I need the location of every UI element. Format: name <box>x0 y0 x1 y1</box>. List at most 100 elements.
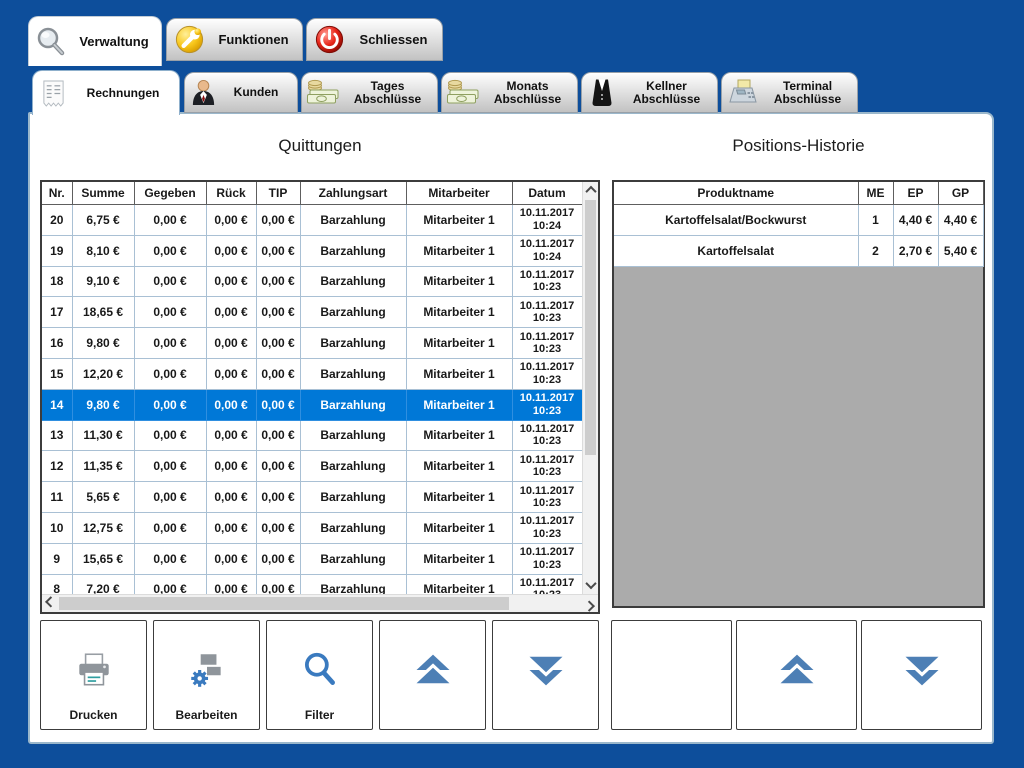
receipt-cell[interactable]: 0,00 € <box>134 512 206 543</box>
column-header[interactable]: Gegeben <box>134 182 206 205</box>
receipt-cell[interactable]: 9 <box>42 543 72 574</box>
receipt-cell[interactable]: 12 <box>42 451 72 482</box>
receipt-row[interactable]: 206,75 €0,00 €0,00 €0,00 €BarzahlungMita… <box>42 205 582 236</box>
receipt-cell[interactable]: 0,00 € <box>256 389 300 420</box>
receipt-cell[interactable]: 0,00 € <box>206 389 256 420</box>
receipt-cell[interactable]: 0,00 € <box>256 482 300 513</box>
receipt-cell[interactable]: Barzahlung <box>300 358 406 389</box>
column-header[interactable]: Rück <box>206 182 256 205</box>
receipt-cell[interactable]: 13 <box>42 420 72 451</box>
receipt-cell[interactable]: 5,65 € <box>72 482 134 513</box>
receipt-row[interactable]: 915,65 €0,00 €0,00 €0,00 €BarzahlungMita… <box>42 543 582 574</box>
receipt-cell[interactable]: 0,00 € <box>206 482 256 513</box>
receipt-cell[interactable]: 15,65 € <box>72 543 134 574</box>
receipt-cell[interactable]: 0,00 € <box>256 297 300 328</box>
receipt-cell[interactable]: 0,00 € <box>256 235 300 266</box>
receipt-row[interactable]: 198,10 €0,00 €0,00 €0,00 €BarzahlungMita… <box>42 235 582 266</box>
position-cell[interactable]: 5,40 € <box>938 235 983 266</box>
receipt-cell[interactable]: 0,00 € <box>134 482 206 513</box>
receipt-cell[interactable]: Mitarbeiter 1 <box>406 235 512 266</box>
receipt-cell[interactable]: 0,00 € <box>134 451 206 482</box>
receipt-cell[interactable]: 0,00 € <box>256 543 300 574</box>
position-cell[interactable]: 2,70 € <box>893 235 938 266</box>
scroll-right-button[interactable] <box>582 595 598 612</box>
scroll-left-button[interactable] <box>42 595 58 612</box>
receipt-cell[interactable]: 8,10 € <box>72 235 134 266</box>
receipt-cell[interactable]: 0,00 € <box>134 543 206 574</box>
receipt-row[interactable]: 115,65 €0,00 €0,00 €0,00 €BarzahlungMita… <box>42 482 582 513</box>
receipt-cell[interactable]: 20 <box>42 205 72 236</box>
position-row[interactable]: Kartoffelsalat22,70 €5,40 € <box>614 235 983 266</box>
horizontal-scrollbar[interactable] <box>42 594 598 612</box>
receipt-cell[interactable]: 9,80 € <box>72 389 134 420</box>
receipt-cell[interactable]: 0,00 € <box>134 420 206 451</box>
receipt-cell[interactable]: 0,00 € <box>256 451 300 482</box>
column-header[interactable]: EP <box>893 182 938 205</box>
receipt-cell-datum[interactable]: 10.11.201710:23 <box>512 420 582 451</box>
tab-monats-abschluesse[interactable]: Monats Abschlüsse <box>441 72 578 113</box>
receipt-cell[interactable]: Mitarbeiter 1 <box>406 297 512 328</box>
receipt-cell[interactable]: Mitarbeiter 1 <box>406 358 512 389</box>
receipt-cell[interactable]: Barzahlung <box>300 512 406 543</box>
position-row[interactable]: Kartoffelsalat/Bockwurst14,40 €4,40 € <box>614 205 983 236</box>
receipt-cell-datum[interactable]: 10.11.201710:23 <box>512 482 582 513</box>
receipt-cell[interactable]: 0,00 € <box>206 420 256 451</box>
position-cell[interactable]: 4,40 € <box>893 205 938 236</box>
receipt-cell[interactable]: 0,00 € <box>134 389 206 420</box>
receipt-cell[interactable]: Mitarbeiter 1 <box>406 328 512 359</box>
receipt-cell[interactable]: 0,00 € <box>206 297 256 328</box>
receipt-cell[interactable]: 9,10 € <box>72 266 134 297</box>
filter-button[interactable]: Filter <box>266 620 373 730</box>
receipt-cell[interactable]: 16 <box>42 328 72 359</box>
receipt-row[interactable]: 1211,35 €0,00 €0,00 €0,00 €BarzahlungMit… <box>42 451 582 482</box>
receipt-cell-datum[interactable]: 10.11.201710:23 <box>512 512 582 543</box>
receipt-cell[interactable]: 0,00 € <box>206 512 256 543</box>
receipt-cell[interactable]: 0,00 € <box>256 420 300 451</box>
receipt-cell[interactable]: Barzahlung <box>300 543 406 574</box>
column-header[interactable]: Datum <box>512 182 582 205</box>
receipt-cell-datum[interactable]: 10.11.201710:23 <box>512 328 582 359</box>
receipt-cell[interactable]: 0,00 € <box>206 543 256 574</box>
receipt-cell[interactable]: 0,00 € <box>134 297 206 328</box>
receipt-cell[interactable]: 10 <box>42 512 72 543</box>
receipt-cell[interactable]: 14 <box>42 389 72 420</box>
receipt-cell[interactable]: Mitarbeiter 1 <box>406 266 512 297</box>
blank-button[interactable] <box>611 620 732 730</box>
receipt-cell[interactable]: 9,80 € <box>72 328 134 359</box>
receipt-cell[interactable]: 0,00 € <box>256 512 300 543</box>
receipt-cell[interactable]: 11 <box>42 482 72 513</box>
tab-kunden[interactable]: Kunden <box>184 72 298 113</box>
receipt-cell-datum[interactable]: 10.11.201710:23 <box>512 297 582 328</box>
column-header[interactable]: Nr. <box>42 182 72 205</box>
tab-verwaltung[interactable]: Verwaltung <box>28 16 162 66</box>
scroll-up-button[interactable] <box>583 182 598 198</box>
receipt-cell[interactable]: 17 <box>42 297 72 328</box>
receipt-cell[interactable]: 0,00 € <box>256 358 300 389</box>
receipt-cell[interactable]: Barzahlung <box>300 482 406 513</box>
receipt-cell[interactable]: Barzahlung <box>300 297 406 328</box>
receipt-cell-datum[interactable]: 10.11.201710:23 <box>512 451 582 482</box>
page-down-button[interactable] <box>492 620 599 730</box>
tab-terminal-abschluesse[interactable]: Terminal Abschlüsse <box>721 72 858 113</box>
tab-kellner-abschluesse[interactable]: Kellner Abschlüsse <box>581 72 718 113</box>
column-header[interactable]: TIP <box>256 182 300 205</box>
receipt-cell[interactable]: Barzahlung <box>300 235 406 266</box>
receipt-cell[interactable]: Mitarbeiter 1 <box>406 451 512 482</box>
receipt-cell[interactable]: Mitarbeiter 1 <box>406 205 512 236</box>
receipt-cell[interactable]: Barzahlung <box>300 328 406 359</box>
page-up-button[interactable] <box>379 620 486 730</box>
receipt-cell[interactable]: 18,65 € <box>72 297 134 328</box>
receipt-row[interactable]: 1512,20 €0,00 €0,00 €0,00 €BarzahlungMit… <box>42 358 582 389</box>
tab-funktionen[interactable]: Funktionen <box>166 18 303 61</box>
receipt-cell-datum[interactable]: 10.11.201710:23 <box>512 358 582 389</box>
receipt-cell[interactable]: 0,00 € <box>206 358 256 389</box>
receipt-cell[interactable]: 0,00 € <box>206 205 256 236</box>
position-cell[interactable]: 2 <box>858 235 893 266</box>
positions-page-up-button[interactable] <box>736 620 857 730</box>
receipt-row[interactable]: 189,10 €0,00 €0,00 €0,00 €BarzahlungMita… <box>42 266 582 297</box>
column-header[interactable]: Mitarbeiter <box>406 182 512 205</box>
receipt-cell[interactable]: 0,00 € <box>134 205 206 236</box>
receipt-cell[interactable]: 0,00 € <box>134 235 206 266</box>
receipt-cell[interactable]: 0,00 € <box>256 205 300 236</box>
receipt-cell[interactable]: Barzahlung <box>300 266 406 297</box>
